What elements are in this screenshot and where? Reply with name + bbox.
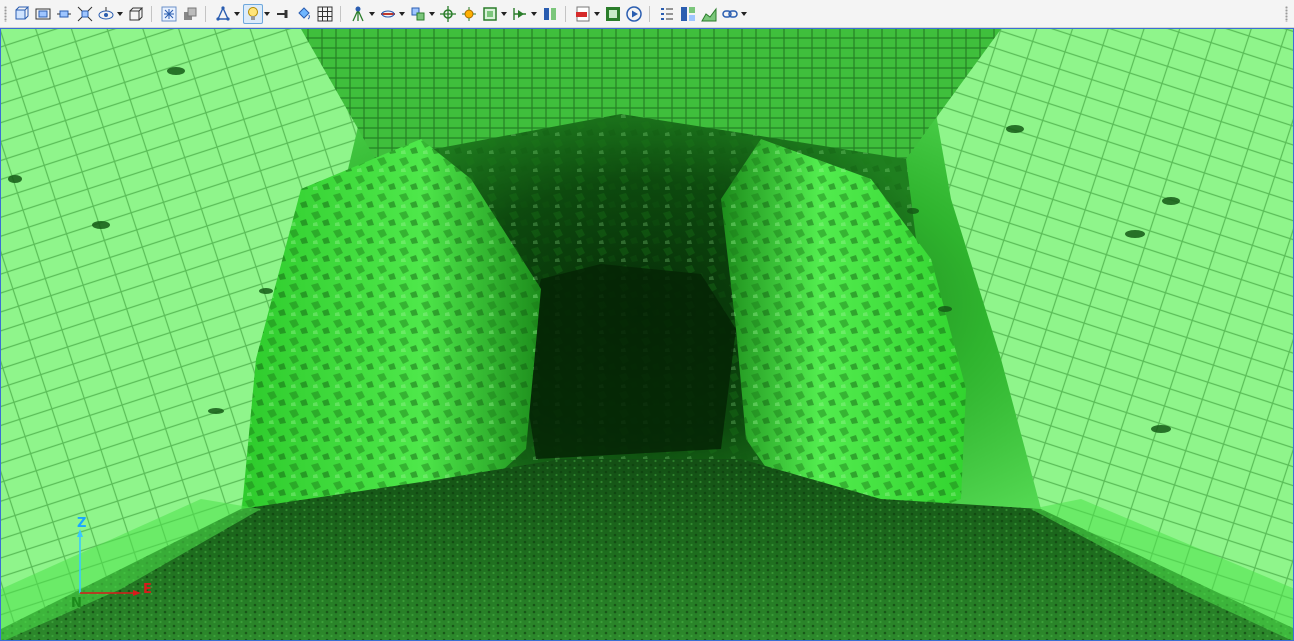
chevron-down-icon[interactable] <box>116 7 124 21</box>
pointer-arrow-button[interactable] <box>273 4 293 24</box>
link-button[interactable] <box>720 4 740 24</box>
tunnel-point-cloud <box>1 29 1293 640</box>
toolbar-grip-right[interactable] <box>1285 6 1288 22</box>
grid-icon <box>317 6 333 22</box>
profile-button[interactable] <box>510 4 530 24</box>
fullscreen-icon <box>605 6 621 22</box>
zoom-selection-button[interactable] <box>75 4 95 24</box>
survey-tripod-icon <box>350 6 366 22</box>
3d-viewport[interactable]: Z E N <box>0 28 1294 641</box>
crosshair-button[interactable] <box>438 4 458 24</box>
section-button[interactable] <box>408 4 428 24</box>
area-chart-icon <box>701 6 717 22</box>
export-pdf-button[interactable] <box>573 4 593 24</box>
axis-gizmo: Z E N <box>67 517 167 617</box>
link-icon <box>722 6 738 22</box>
toolbar-separator <box>151 6 152 22</box>
view-direction-button[interactable] <box>96 4 116 24</box>
paint-bucket-icon <box>296 6 312 22</box>
toolbar-separator <box>649 6 650 22</box>
compare-icon <box>542 6 558 22</box>
view-box-button[interactable] <box>12 4 32 24</box>
pick-point-icon <box>461 6 477 22</box>
pick-point-button[interactable] <box>459 4 479 24</box>
axis-lines <box>77 529 141 596</box>
chevron-down-icon[interactable] <box>530 7 538 21</box>
chevron-down-icon[interactable] <box>428 7 436 21</box>
zoom-extent-button[interactable] <box>33 4 53 24</box>
chevron-down-icon[interactable] <box>263 7 271 21</box>
measure-icon <box>380 6 396 22</box>
main-toolbar <box>0 0 1294 28</box>
grid-button[interactable] <box>315 4 335 24</box>
chevron-down-icon[interactable] <box>398 7 406 21</box>
center-point-icon <box>161 6 177 22</box>
axes-button[interactable] <box>213 4 233 24</box>
list-tree-icon <box>659 6 675 22</box>
zoom-fit-button[interactable] <box>54 4 74 24</box>
area-chart-button[interactable] <box>699 4 719 24</box>
center-point-button[interactable] <box>159 4 179 24</box>
paint-bucket-button[interactable] <box>294 4 314 24</box>
chevron-down-icon[interactable] <box>500 7 508 21</box>
pointer-arrow-icon <box>275 6 291 22</box>
axes-icon <box>215 6 231 22</box>
clip-box-button[interactable] <box>480 4 500 24</box>
axis-e-label: E <box>143 582 152 597</box>
axis-n-label: N <box>71 596 82 611</box>
chevron-down-icon[interactable] <box>233 7 241 21</box>
chevron-down-icon[interactable] <box>593 7 601 21</box>
wireframe-cube-icon <box>128 6 144 22</box>
split-view-button[interactable] <box>678 4 698 24</box>
list-tree-button[interactable] <box>657 4 677 24</box>
zoom-selection-icon <box>77 6 93 22</box>
toolbar-separator <box>340 6 341 22</box>
toolbar-separator <box>565 6 566 22</box>
axis-z-label: Z <box>77 516 87 531</box>
play-button[interactable] <box>624 4 644 24</box>
survey-tripod-button[interactable] <box>348 4 368 24</box>
export-pdf-icon <box>575 6 591 22</box>
chevron-down-icon[interactable] <box>740 7 748 21</box>
chevron-down-icon[interactable] <box>368 7 376 21</box>
view-direction-icon <box>98 6 114 22</box>
measure-button[interactable] <box>378 4 398 24</box>
section-icon <box>410 6 426 22</box>
toolbar-grip-left[interactable] <box>4 6 7 22</box>
profile-icon <box>512 6 528 22</box>
zoom-fit-icon <box>56 6 72 22</box>
light-bulb-button[interactable] <box>243 4 263 24</box>
crosshair-icon <box>440 6 456 22</box>
play-icon <box>626 6 642 22</box>
toolbar-separator <box>205 6 206 22</box>
layers-icon <box>182 6 198 22</box>
compare-button[interactable] <box>540 4 560 24</box>
light-bulb-icon <box>245 6 261 22</box>
zoom-extent-icon <box>35 6 51 22</box>
clip-box-icon <box>482 6 498 22</box>
wireframe-cube-button[interactable] <box>126 4 146 24</box>
fullscreen-button[interactable] <box>603 4 623 24</box>
view-box-icon <box>14 6 30 22</box>
layers-button[interactable] <box>180 4 200 24</box>
split-view-icon <box>680 6 696 22</box>
